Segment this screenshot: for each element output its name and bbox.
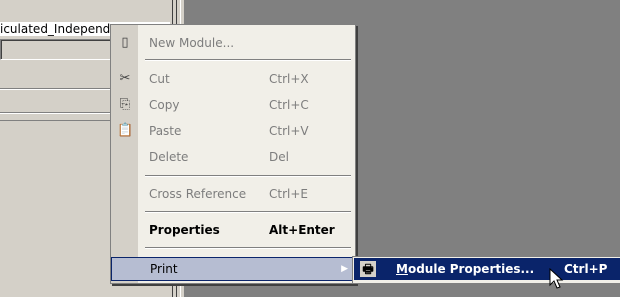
menu-item-new-module[interactable]: ▯ New Module...: [111, 32, 355, 54]
menu-item-copy[interactable]: ⎘ Copy Ctrl+C: [111, 94, 355, 116]
module-icon: ▯: [121, 35, 129, 50]
copy-icon: ⎘: [119, 97, 131, 112]
menu-separator: [145, 247, 351, 249]
print-submenu: 🖶 Module Properties... Ctrl+P: [352, 256, 620, 284]
menu-separator: [145, 59, 351, 61]
scissors-icon: ✂: [119, 71, 131, 86]
menu-item-paste[interactable]: 📋 Paste Ctrl+V: [111, 120, 355, 142]
menu-separator: [145, 211, 351, 213]
menu-separator: [145, 175, 351, 177]
menu-item-print[interactable]: Print ▶: [111, 257, 355, 281]
context-menu: ▯ New Module... ✂ Cut Ctrl+X ⎘ Copy Ctrl…: [110, 24, 356, 284]
submenu-item-module-properties[interactable]: 🖶 Module Properties... Ctrl+P: [354, 258, 620, 280]
mouse-cursor-icon: [549, 268, 564, 289]
menu-item-properties[interactable]: Properties Alt+Enter: [111, 219, 355, 241]
paste-icon: 📋: [117, 123, 134, 138]
submenu-arrow-icon: ▶: [341, 264, 348, 274]
menu-item-delete[interactable]: Delete Del: [111, 146, 355, 168]
menu-item-cross-reference[interactable]: Cross Reference Ctrl+E: [111, 183, 355, 205]
menu-item-cut[interactable]: ✂ Cut Ctrl+X: [111, 68, 355, 90]
printer-icon: 🖶: [360, 261, 376, 277]
